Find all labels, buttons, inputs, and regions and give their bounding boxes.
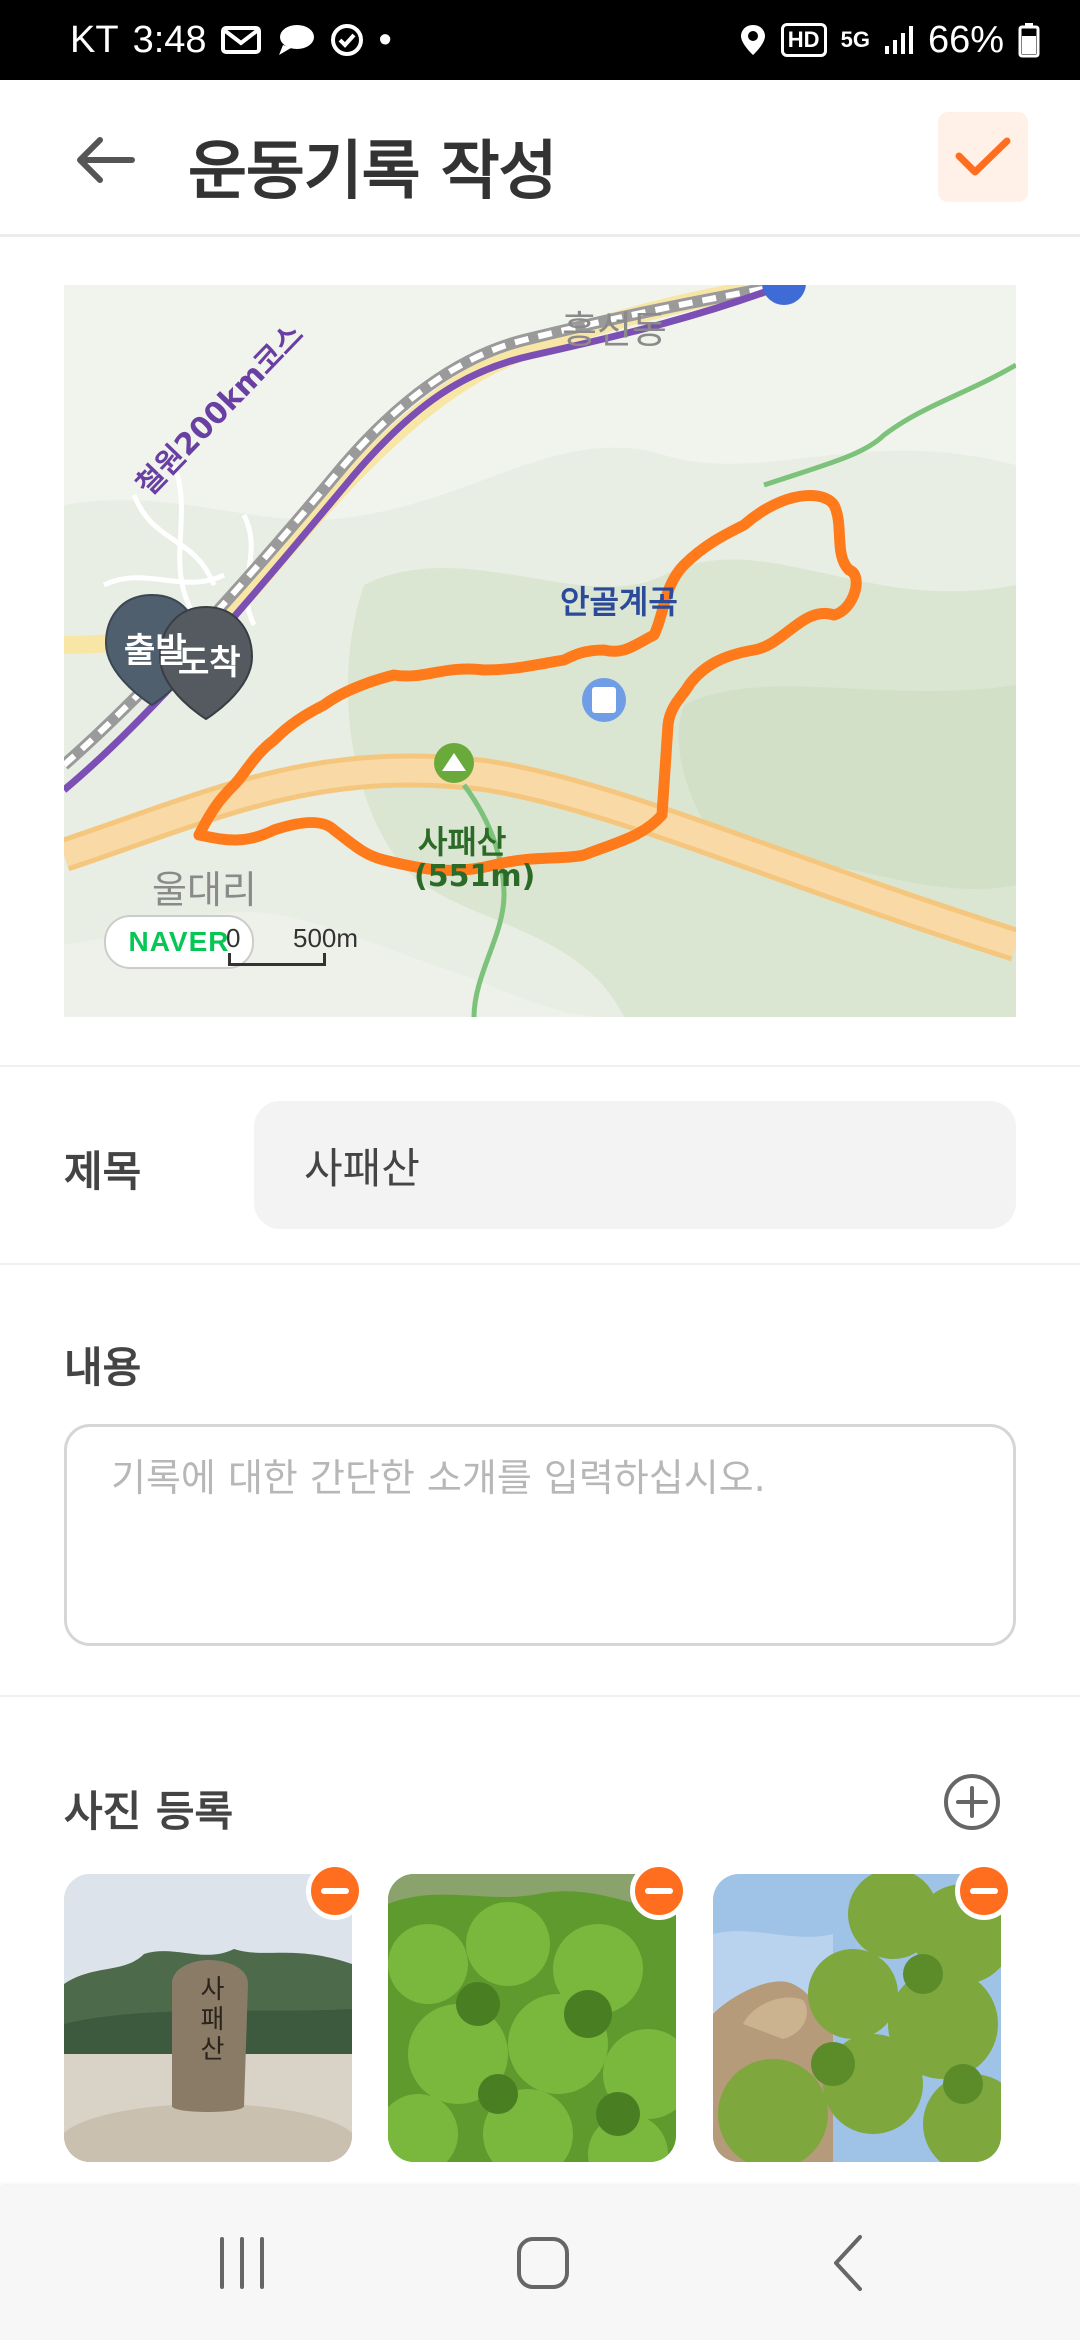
network-label: 5G [840,27,870,52]
sync-icon [329,22,365,58]
remove-photo-button[interactable] [630,1862,688,1920]
content-textarea[interactable] [64,1424,1016,1646]
route-map[interactable]: 흥선동 안골계곡 울대리 사패산 (551m) 철원200km코스 출발 도착 … [64,285,1016,1017]
scale-start-label: 0 [226,923,241,953]
photo-thumbnail[interactable]: 사패산 [64,1874,352,2162]
title-input[interactable] [254,1101,1016,1229]
plus-circle-icon [944,1774,1000,1830]
scale-end-label: 500m [293,923,359,953]
remove-photo-button[interactable] [306,1862,364,1920]
remove-photo-button[interactable] [955,1862,1013,1920]
stone-text: 사패산 [195,1975,225,2065]
status-bar: KT 3:48 • HD 5G 66% [0,0,1080,80]
arrow-left-icon [77,137,135,183]
mountain-height: (551m) [414,859,536,894]
mail-icon [220,25,261,55]
notification-dot: • [378,19,392,61]
photo-thumbnail[interactable] [388,1874,676,2162]
summit-stone-photo: 사패산 [64,1874,352,2162]
minus-circle-icon [645,1888,673,1894]
app-header: 운동기록 작성 [0,80,1080,237]
nav-back-button[interactable] [768,2186,928,2340]
chat-icon [275,23,315,57]
battery-icon [1018,22,1040,58]
place-label-heungseon: 흥선동 [562,308,667,352]
confirm-button[interactable] [938,112,1028,202]
rock-peak-photo [713,1874,1001,2162]
end-marker-label: 도착 [178,643,241,683]
section-divider [0,1263,1080,1265]
page-title: 운동기록 작성 [188,135,558,209]
battery-percent: 66% [927,19,1004,61]
place-label-uldae: 울대리 [152,868,257,912]
content-label: 내용 [64,1343,142,1392]
add-photo-button[interactable] [942,1772,1002,1832]
mountain-name: 사패산 [418,823,507,861]
photos-label: 사진 등록 [64,1787,234,1836]
location-icon [739,23,767,57]
signal-icon [884,24,914,56]
place-label-anggol: 안골계곡 [560,583,678,621]
title-label: 제목 [64,1147,142,1196]
carrier-label: KT [70,19,119,61]
home-button[interactable] [463,2186,623,2340]
hd-badge: HD [780,23,827,57]
forest-photo [388,1874,676,2162]
scale-bar [228,953,326,966]
recents-button[interactable] [162,2186,322,2340]
home-icon [517,2237,569,2289]
checkmark-icon [955,137,1011,176]
system-nav-bar [0,2186,1080,2340]
back-chevron-icon [834,2235,862,2291]
minus-circle-icon [321,1888,349,1894]
section-divider [0,1695,1080,1697]
recents-icon [220,2237,264,2289]
section-divider [0,1065,1080,1067]
photo-thumbnail[interactable] [713,1874,1001,2162]
minus-circle-icon [970,1888,998,1894]
back-button[interactable] [70,125,140,195]
clock: 3:48 [132,19,207,61]
